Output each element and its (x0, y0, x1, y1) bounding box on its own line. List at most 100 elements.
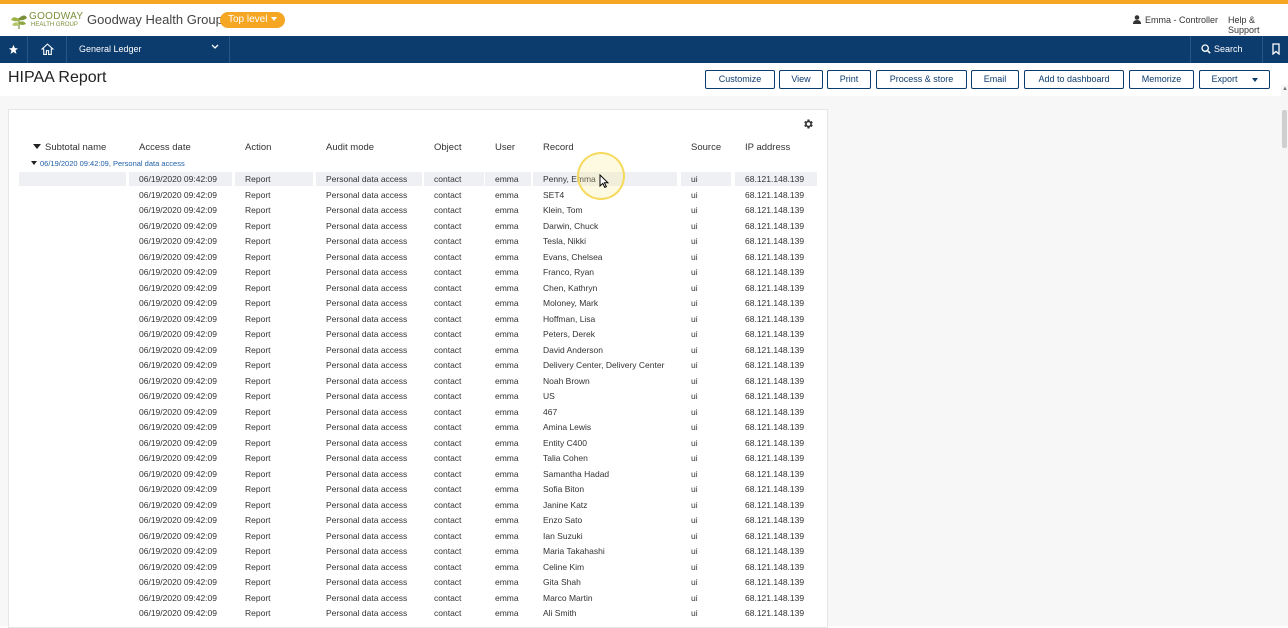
favorites-button[interactable] (0, 36, 28, 63)
search-button[interactable]: Search (1190, 36, 1254, 63)
table-row[interactable]: 06/19/2020 09:42:09 Report Personal data a… (0, 203, 830, 219)
table-row[interactable]: 06/19/2020 09:42:09 Report Personal data a… (0, 312, 830, 328)
table-row[interactable]: 06/19/2020 09:42:09 Report Personal data a… (0, 281, 830, 297)
audit-mode-cell: Personal data access (326, 608, 408, 618)
entity-level-dropdown[interactable]: Top level (220, 12, 286, 28)
table-row[interactable]: 06/19/2020 09:42:09 Report Personal data a… (0, 606, 830, 622)
table-row[interactable]: 06/19/2020 09:42:09 Report Personal data a… (0, 343, 830, 359)
audit-mode-cell: Personal data access (326, 561, 408, 572)
audit-mode-cell: Personal data access (326, 515, 408, 525)
column-header-audit-mode[interactable]: Audit mode (326, 142, 374, 153)
ip-address-cell: 68.121.148.139 (745, 360, 805, 370)
object-cell: contact (434, 592, 462, 603)
table-row[interactable]: 06/19/2020 09:42:09 Report Personal data a… (0, 467, 830, 483)
ip-address-cell: 68.121.148.139 (745, 267, 805, 277)
column-header-action[interactable]: Action (245, 142, 271, 153)
user-cell: emma (495, 546, 519, 556)
table-row[interactable]: 06/19/2020 09:42:09 Report Personal data a… (0, 374, 830, 390)
table-row[interactable]: 06/19/2020 09:42:09 Report Personal data a… (0, 560, 830, 576)
access-date-cell: 06/19/2020 09:42:09 (139, 608, 217, 618)
table-row[interactable]: 06/19/2020 09:42:09 Report Personal data a… (0, 172, 830, 188)
user-menu[interactable]: Emma - Controller (1133, 15, 1218, 25)
table-row[interactable]: 06/19/2020 09:42:09 Report Personal data a… (0, 498, 830, 514)
table-row[interactable]: 06/19/2020 09:42:09 Report Personal data a… (0, 436, 830, 452)
record-cell: Ali Smith (543, 608, 577, 618)
audit-mode-cell: Personal data access (326, 375, 408, 386)
table-row[interactable]: 06/19/2020 09:42:09 Report Personal data a… (0, 389, 830, 405)
table-row[interactable]: 06/19/2020 09:42:09 Report Personal data a… (0, 529, 830, 545)
audit-mode-cell: Personal data access (326, 437, 408, 448)
action-cell: Report (245, 360, 271, 370)
scroll-up-icon[interactable]: ▲ (1282, 86, 1288, 92)
table-row[interactable]: 06/19/2020 09:42:09 Report Personal data a… (0, 265, 830, 281)
export-button[interactable]: Export (1199, 70, 1270, 89)
table-row[interactable]: 06/19/2020 09:42:09 Report Personal data a… (0, 591, 830, 607)
action-cell: Report (245, 577, 271, 587)
action-cell: Report (245, 189, 271, 200)
table-row[interactable]: 06/19/2020 09:42:09 Report Personal data a… (0, 482, 830, 498)
object-cell: contact (434, 546, 462, 556)
object-cell: contact (434, 236, 462, 246)
print-button[interactable]: Print (827, 70, 871, 89)
record-cell: Chen, Kathryn (543, 282, 598, 293)
memorize-button[interactable]: Memorize (1129, 70, 1194, 89)
user-cell: emma (495, 267, 519, 277)
application-menu[interactable]: General Ledger (66, 36, 230, 63)
action-cell: Report (245, 282, 271, 293)
company-logo[interactable]: GOODWAY HEALTH GROUP (9, 10, 83, 32)
home-button[interactable] (28, 36, 67, 63)
help-support-link[interactable]: Help & Support (1228, 15, 1288, 35)
access-date-cell: 06/19/2020 09:42:09 (139, 546, 217, 556)
column-header-object[interactable]: Object (434, 142, 461, 153)
action-cell: Report (245, 422, 271, 432)
add-to-dashboard-button[interactable]: Add to dashboard (1024, 70, 1124, 89)
ip-address-cell: 68.121.148.139 (745, 437, 805, 448)
action-cell: Report (245, 546, 271, 556)
column-header-source[interactable]: Source (691, 142, 721, 153)
object-cell: contact (434, 205, 462, 215)
table-row[interactable]: 06/19/2020 09:42:09 Report Personal data a… (0, 296, 830, 312)
user-cell: emma (495, 282, 519, 293)
user-cell: emma (495, 236, 519, 246)
access-date-cell: 06/19/2020 09:42:09 (139, 468, 217, 479)
email-button[interactable]: Email (971, 70, 1019, 89)
table-row[interactable]: 06/19/2020 09:42:09 Report Personal data a… (0, 575, 830, 591)
process-store-button[interactable]: Process & store (876, 70, 967, 89)
table-row[interactable]: 06/19/2020 09:42:09 Report Personal data a… (0, 250, 830, 266)
table-row[interactable]: 06/19/2020 09:42:09 Report Personal data a… (0, 358, 830, 374)
column-header-ip-address[interactable]: IP address (745, 142, 790, 153)
column-header-access-date[interactable]: Access date (139, 142, 191, 153)
audit-mode-cell: Personal data access (326, 546, 408, 556)
group-header[interactable]: 06/19/2020 09:42:09, Personal data acces… (31, 159, 185, 168)
table-row[interactable]: 06/19/2020 09:42:09 Report Personal data a… (0, 188, 830, 204)
table-row[interactable]: 06/19/2020 09:42:09 Report Personal data a… (0, 405, 830, 421)
object-cell: contact (434, 608, 462, 618)
source-cell: ui (691, 515, 698, 525)
scrollbar-thumb[interactable] (1282, 110, 1287, 148)
user-cell: emma (495, 406, 519, 417)
source-cell: ui (691, 484, 698, 494)
table-row[interactable]: 06/19/2020 09:42:09 Report Personal data a… (0, 420, 830, 436)
user-cell: emma (495, 375, 519, 386)
ip-address-cell: 68.121.148.139 (745, 344, 805, 355)
customize-button[interactable]: Customize (705, 70, 775, 89)
table-row[interactable]: 06/19/2020 09:42:09 Report Personal data a… (0, 327, 830, 343)
access-date-cell: 06/19/2020 09:42:09 (139, 391, 217, 401)
table-row[interactable]: 06/19/2020 09:42:09 Report Personal data a… (0, 451, 830, 467)
audit-mode-cell: Personal data access (326, 251, 408, 262)
source-cell: ui (691, 267, 698, 277)
table-row[interactable]: 06/19/2020 09:42:09 Report Personal data a… (0, 219, 830, 235)
column-header-subtotal[interactable]: Subtotal name (33, 142, 106, 153)
access-date-cell: 06/19/2020 09:42:09 (139, 267, 217, 277)
column-header-record[interactable]: Record (543, 142, 574, 153)
page-scrollbar[interactable] (1281, 85, 1288, 626)
home-icon (41, 43, 54, 55)
bookmark-button[interactable] (1262, 36, 1288, 63)
record-cell: Entity C400 (543, 437, 587, 448)
gear-icon[interactable] (802, 118, 814, 130)
column-header-user[interactable]: User (495, 142, 515, 153)
table-row[interactable]: 06/19/2020 09:42:09 Report Personal data a… (0, 544, 830, 560)
table-row[interactable]: 06/19/2020 09:42:09 Report Personal data a… (0, 513, 830, 529)
view-button[interactable]: View (779, 70, 823, 89)
table-row[interactable]: 06/19/2020 09:42:09 Report Personal data a… (0, 234, 830, 250)
